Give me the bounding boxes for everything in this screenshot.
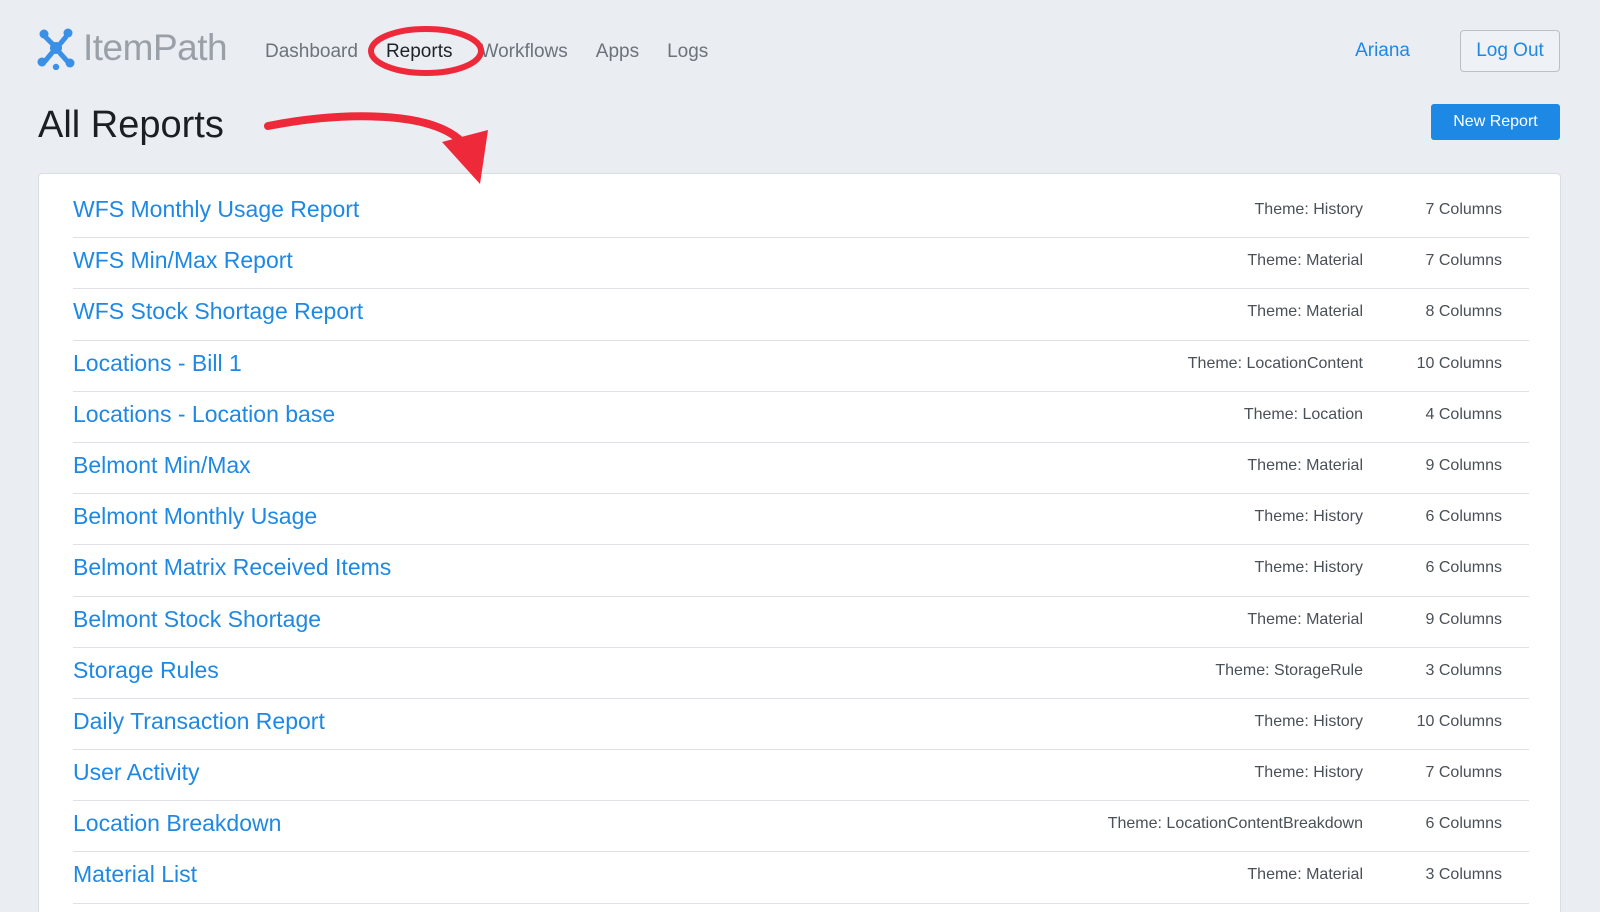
report-column-count: 9 Columns bbox=[1425, 610, 1502, 628]
report-column-count: 3 Columns bbox=[1425, 866, 1502, 884]
nav-apps[interactable]: Apps bbox=[596, 38, 639, 66]
report-row: Locations - Location base Theme: Location… bbox=[73, 392, 1529, 443]
report-theme: Theme: Material bbox=[1247, 866, 1363, 884]
report-name-link[interactable]: User Activity bbox=[73, 759, 200, 786]
report-column-count: 6 Columns bbox=[1425, 508, 1502, 526]
report-name-link[interactable]: Location Breakdown bbox=[73, 810, 281, 837]
main-nav: Dashboard Reports Workflows Apps Logs bbox=[265, 38, 736, 66]
report-name-link[interactable]: WFS Monthly Usage Report bbox=[73, 196, 359, 223]
report-theme: Theme: History bbox=[1254, 764, 1363, 782]
report-theme: Theme: History bbox=[1254, 712, 1363, 730]
new-report-button[interactable]: New Report bbox=[1431, 104, 1560, 140]
report-theme: Theme: Material bbox=[1247, 303, 1363, 321]
report-row: Locations - Bill 1 Theme: LocationContent… bbox=[73, 341, 1529, 392]
report-row: WFS Min/Max Report Theme: Material 7 Colum… bbox=[73, 238, 1529, 290]
nav-workflows[interactable]: Workflows bbox=[480, 38, 567, 66]
report-theme: Theme: Material bbox=[1247, 252, 1363, 270]
report-column-count: 4 Columns bbox=[1425, 405, 1502, 423]
report-row: Belmont Min/Max Theme: Material 9 Columns bbox=[73, 443, 1529, 495]
logout-button[interactable]: Log Out bbox=[1460, 30, 1560, 72]
itempath-logo-icon bbox=[37, 28, 75, 70]
report-column-count: 8 Columns bbox=[1425, 303, 1502, 321]
report-row: WFS Stock Shortage Report Theme: Material… bbox=[73, 289, 1529, 341]
report-name-link[interactable]: Locations - Bill 1 bbox=[73, 350, 242, 377]
report-row: Belmont Monthly Usage Theme: History 6 Col… bbox=[73, 494, 1529, 546]
logo-wordmark: ItemPath bbox=[83, 27, 228, 68]
annotation-arrow-shaft bbox=[264, 112, 466, 146]
report-name-link[interactable]: Belmont Matrix Received Items bbox=[73, 554, 391, 581]
report-theme: Theme: LocationContentBreakdown bbox=[1107, 815, 1363, 833]
report-name-link[interactable]: Material List bbox=[73, 861, 197, 888]
report-name-link[interactable]: Storage Rules bbox=[73, 657, 219, 684]
report-theme: Theme: StorageRule bbox=[1215, 661, 1363, 679]
report-row: WFS Monthly Usage Report Theme: History 7 … bbox=[73, 187, 1529, 239]
report-theme: Theme: Location bbox=[1243, 405, 1363, 423]
top-navbar: ItemPath Dashboard Reports Workflows App… bbox=[0, 0, 1600, 100]
itempath-logo[interactable]: ItemPath bbox=[36, 26, 228, 70]
report-theme: Theme: History bbox=[1254, 201, 1363, 218]
report-row: Daily Transaction Report Theme: History 10… bbox=[73, 699, 1529, 751]
report-column-count: 7 Columns bbox=[1425, 252, 1502, 270]
report-name-link[interactable]: Belmont Monthly Usage bbox=[73, 503, 317, 530]
report-column-count: 6 Columns bbox=[1425, 815, 1502, 833]
report-name-link[interactable]: Locations - Location base bbox=[73, 401, 335, 428]
report-row: Material List Theme: Material 3 Columns bbox=[73, 852, 1529, 904]
report-column-count: 6 Columns bbox=[1425, 559, 1502, 577]
report-name-link[interactable]: Belmont Min/Max bbox=[73, 452, 251, 479]
report-theme: Theme: Material bbox=[1247, 610, 1363, 628]
report-row: Location Breakdown Theme: LocationContent… bbox=[73, 801, 1529, 853]
report-row: Belmont Matrix Received Items Theme: Hist… bbox=[73, 545, 1529, 597]
report-name-link[interactable]: Belmont Stock Shortage bbox=[73, 606, 321, 633]
report-name-link[interactable]: WFS Stock Shortage Report bbox=[73, 298, 363, 325]
report-column-count: 10 Columns bbox=[1416, 354, 1502, 372]
report-column-count: 3 Columns bbox=[1425, 661, 1502, 679]
nav-reports[interactable]: Reports bbox=[386, 38, 453, 66]
nav-logs[interactable]: Logs bbox=[667, 38, 708, 66]
reports-panel: WFS Monthly Usage Report Theme: History 7 … bbox=[38, 173, 1561, 912]
report-row: User Activity Theme: History 7 Columns bbox=[73, 750, 1529, 802]
report-name-link[interactable]: Daily Transaction Report bbox=[73, 708, 325, 735]
report-column-count: 9 Columns bbox=[1425, 456, 1502, 474]
report-name-link[interactable]: WFS Min/Max Report bbox=[73, 247, 293, 274]
nav-dashboard[interactable]: Dashboard bbox=[265, 38, 358, 66]
report-list: WFS Monthly Usage Report Theme: History 7 … bbox=[73, 187, 1529, 904]
report-column-count: 7 Columns bbox=[1425, 201, 1502, 218]
report-column-count: 7 Columns bbox=[1425, 764, 1502, 782]
page-title: All Reports bbox=[38, 104, 224, 146]
report-row: Belmont Stock Shortage Theme: Material 9 C… bbox=[73, 597, 1529, 648]
report-theme: Theme: History bbox=[1254, 508, 1363, 526]
report-row: Storage Rules Theme: StorageRule 3 Columns bbox=[73, 648, 1529, 699]
report-theme: Theme: History bbox=[1254, 559, 1363, 577]
report-column-count: 10 Columns bbox=[1416, 712, 1502, 730]
report-theme: Theme: Material bbox=[1247, 456, 1363, 474]
report-theme: Theme: LocationContent bbox=[1187, 354, 1363, 372]
user-name-link[interactable]: Ariana bbox=[1355, 38, 1410, 64]
